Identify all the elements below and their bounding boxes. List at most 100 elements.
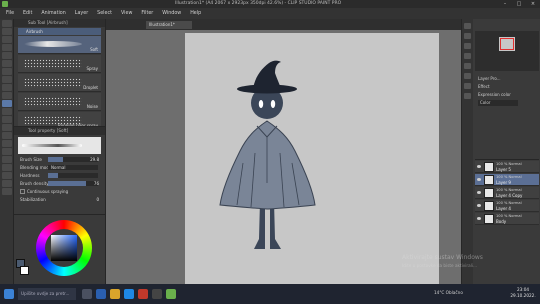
hat-cone xyxy=(253,60,281,89)
layer-name: Layer 4 xyxy=(496,206,511,211)
word-icon[interactable] xyxy=(96,289,106,299)
airbrush-tool-icon[interactable] xyxy=(2,100,12,107)
menu-animation[interactable]: Animation xyxy=(41,11,65,16)
navigator-icon[interactable] xyxy=(464,23,471,29)
menu-edit[interactable]: Edit xyxy=(23,11,32,16)
store-icon[interactable] xyxy=(152,289,162,299)
stabilization-label: Stabilization xyxy=(20,197,46,202)
text-tool-icon[interactable] xyxy=(2,172,12,179)
eraser-tool-icon[interactable] xyxy=(2,116,12,123)
pen-tool-icon[interactable] xyxy=(2,76,12,83)
auto-select-tool-icon[interactable] xyxy=(2,60,12,67)
material-icon[interactable] xyxy=(464,43,471,49)
eye-icon[interactable] xyxy=(477,178,481,181)
correct-line-tool-icon[interactable] xyxy=(2,188,12,195)
animation-icon[interactable] xyxy=(464,73,471,79)
navigator-view-rect[interactable] xyxy=(500,38,514,50)
stabilization-value[interactable]: 0 xyxy=(96,196,99,203)
blending-mode-row[interactable]: Blending mode Normal xyxy=(18,164,101,171)
brush-size-value[interactable]: 29.8 xyxy=(90,156,99,163)
expression-color-select[interactable]: Color xyxy=(478,100,518,106)
eye-icon[interactable] xyxy=(477,165,481,168)
navigator-panel[interactable] xyxy=(475,31,539,71)
hardness-slider[interactable] xyxy=(48,173,98,178)
close-button[interactable]: × xyxy=(526,0,540,8)
eye-icon[interactable] xyxy=(477,191,481,194)
saturation-value-square[interactable] xyxy=(51,235,77,261)
brush-stroke-preview xyxy=(24,41,82,47)
layer-property-icon[interactable] xyxy=(464,53,471,59)
hardness-fill xyxy=(48,173,58,178)
menu-window[interactable]: Window xyxy=(162,11,181,16)
pencil-tool-icon[interactable] xyxy=(2,84,12,91)
layer-mode: 100 % Normal xyxy=(496,201,522,205)
decoration-tool-icon[interactable] xyxy=(2,108,12,115)
fill-tool-icon[interactable] xyxy=(2,132,12,139)
windows-start-icon[interactable] xyxy=(4,289,14,299)
move-layer-tool-icon[interactable] xyxy=(2,44,12,51)
layer-row[interactable]: 100 % Normal Layer 5 xyxy=(475,161,539,173)
frame-tool-icon[interactable] xyxy=(2,156,12,163)
history-icon[interactable] xyxy=(464,83,471,89)
brush-tool-icon[interactable] xyxy=(2,92,12,99)
gradient-tool-icon[interactable] xyxy=(2,140,12,147)
brush-spray[interactable]: Spray xyxy=(18,55,101,73)
brush-density-slider[interactable] xyxy=(48,181,98,186)
taskbar-search[interactable]: Upišite ovdje za pretr... xyxy=(18,288,76,300)
ruler-tool-icon[interactable] xyxy=(2,164,12,171)
brush-density-row[interactable]: Brush density 76 xyxy=(18,180,101,187)
figure-tool-icon[interactable] xyxy=(2,148,12,155)
file-explorer-icon[interactable] xyxy=(110,289,120,299)
brush-density-value[interactable]: 76 xyxy=(94,180,99,187)
brush-soft[interactable]: Soft xyxy=(18,36,101,54)
eye-icon[interactable] xyxy=(477,217,481,220)
eye-icon[interactable] xyxy=(477,204,481,207)
maximize-button[interactable]: □ xyxy=(512,0,526,8)
menu-filter[interactable]: Filter xyxy=(141,11,153,16)
office-icon[interactable] xyxy=(138,289,148,299)
task-view-icon[interactable] xyxy=(82,289,92,299)
continuous-spraying-row[interactable]: Continuous spraying xyxy=(18,188,101,195)
tool-bar xyxy=(0,19,14,284)
layer-row[interactable]: 100 % Normal Layer 4 xyxy=(475,200,539,212)
layer-thumbnail xyxy=(484,162,494,172)
menu-layer[interactable]: Layer xyxy=(75,11,88,16)
brush-stroke-preview xyxy=(24,59,82,69)
selection-tool-icon[interactable] xyxy=(2,52,12,59)
edge-icon[interactable] xyxy=(124,289,134,299)
menu-file[interactable]: File xyxy=(6,11,14,16)
subtool-group-tab[interactable]: Airbrush xyxy=(18,28,101,35)
expression-color-row: Color xyxy=(475,99,539,107)
hardness-row[interactable]: Hardness xyxy=(18,172,101,179)
menu-view[interactable]: View xyxy=(121,11,132,16)
blend-tool-icon[interactable] xyxy=(2,124,12,131)
auto-action-icon[interactable] xyxy=(464,93,471,99)
balloon-tool-icon[interactable] xyxy=(2,180,12,187)
brush-size-row[interactable]: Brush Size 29.8 xyxy=(18,156,101,163)
blending-mode-select[interactable]: Normal xyxy=(48,165,98,170)
sub-view-icon[interactable] xyxy=(464,33,471,39)
document-tab[interactable]: Illustration1* xyxy=(146,21,192,29)
minimize-button[interactable]: – xyxy=(498,0,512,8)
clip-studio-icon[interactable] xyxy=(166,289,176,299)
layer-row[interactable]: 100 % Normal Layer 4 Copy xyxy=(475,187,539,199)
sub-color-swatch[interactable] xyxy=(20,266,29,275)
continuous-spraying-checkbox[interactable] xyxy=(20,189,25,194)
layer-row[interactable]: 100 % Normal Layer 9 xyxy=(475,174,539,186)
stabilization-row[interactable]: Stabilization 0 xyxy=(18,196,101,203)
layer-row[interactable]: 100 % Normal Body xyxy=(475,213,539,225)
system-clock[interactable]: 23:04 29.10.2022. xyxy=(508,287,538,299)
weather-widget[interactable]: 14°C Oblačno xyxy=(434,290,463,295)
brush-stroke-preview xyxy=(24,97,82,107)
move-tool-icon[interactable] xyxy=(2,28,12,35)
canvas-paper[interactable] xyxy=(185,33,439,284)
menu-help[interactable]: Help xyxy=(190,11,201,16)
menu-select[interactable]: Select xyxy=(97,11,112,16)
zoom-tool-icon[interactable] xyxy=(2,20,12,27)
layer-search-icon[interactable] xyxy=(464,63,471,69)
canvas-area[interactable] xyxy=(106,30,461,284)
operation-tool-icon[interactable] xyxy=(2,36,12,43)
brush-noise[interactable]: Noise xyxy=(18,93,101,111)
eyedropper-tool-icon[interactable] xyxy=(2,68,12,75)
brush-droplet[interactable]: Droplet xyxy=(18,74,101,92)
